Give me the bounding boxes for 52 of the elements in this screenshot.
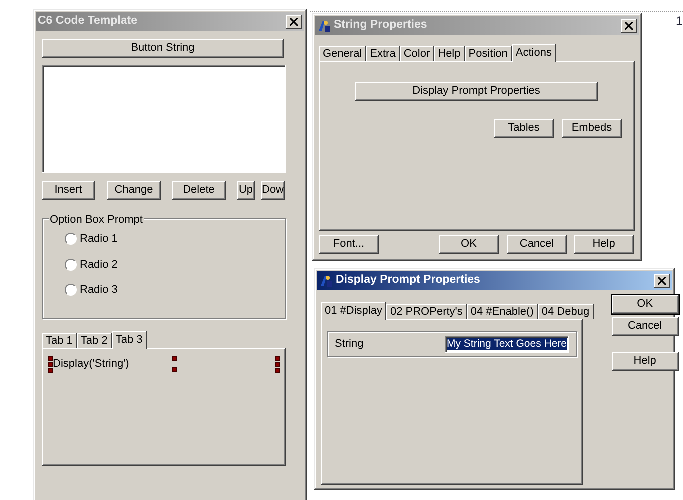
tab[interactable]: General — [319, 46, 366, 61]
button[interactable]: Embeds — [562, 119, 622, 138]
close-button[interactable] — [654, 274, 670, 288]
tab[interactable]: Extra — [366, 46, 400, 61]
button[interactable]: Cancel — [612, 317, 679, 336]
window-title: Display Prompt Properties — [336, 272, 480, 288]
window-title: String Properties — [334, 18, 428, 33]
button[interactable]: Insert — [42, 181, 95, 200]
app-icon — [319, 274, 333, 288]
tab[interactable]: 04 #Enable() — [466, 304, 538, 319]
button[interactable]: Help — [574, 235, 634, 254]
button[interactable]: Up — [237, 181, 255, 200]
window-title: C6 Code Template — [38, 14, 138, 29]
close-button[interactable] — [621, 18, 637, 32]
button[interactable]: Tables — [494, 119, 554, 138]
text-field[interactable]: My String Text Goes Here — [445, 336, 569, 352]
selection-handle — [172, 356, 178, 372]
tab[interactable]: Tab 2 — [76, 333, 112, 348]
group-label: Option Box Prompt — [49, 212, 144, 228]
button[interactable]: Delete — [172, 181, 226, 200]
tab[interactable]: Tab 3 — [112, 331, 147, 349]
tab[interactable]: 04 Debug — [538, 304, 594, 319]
button[interactable]: Cancel — [507, 235, 567, 254]
list-box[interactable] — [42, 65, 286, 173]
button[interactable]: Dow — [261, 181, 285, 200]
button[interactable]: Change — [107, 181, 161, 200]
selection-handle — [275, 356, 280, 373]
tab[interactable]: Position — [464, 46, 512, 61]
close-button[interactable] — [286, 14, 302, 28]
tab[interactable]: Help — [434, 46, 465, 61]
button[interactable]: Help — [612, 352, 679, 371]
button[interactable]: OK — [439, 235, 499, 254]
button[interactable]: Font... — [319, 235, 379, 254]
tab[interactable]: Tab 1 — [42, 333, 77, 348]
field-label: String — [335, 336, 364, 352]
app-icon — [317, 18, 331, 32]
button-string[interactable]: Button String — [42, 39, 284, 58]
button[interactable]: OK — [612, 295, 679, 314]
close-icon — [290, 18, 298, 26]
code-line: Display('String') — [53, 357, 130, 372]
tab[interactable]: 02 PROPerty's — [386, 304, 467, 319]
close-icon — [625, 22, 633, 30]
tab[interactable]: Actions — [512, 44, 556, 62]
tab[interactable]: 01 #Display — [321, 302, 386, 320]
radio-button[interactable]: Radio 1 — [65, 231, 285, 248]
selection-handle — [48, 356, 53, 373]
radio-button[interactable]: Radio 3 — [65, 282, 285, 298]
button[interactable]: Display Prompt Properties — [355, 82, 598, 101]
page-number: 1 — [676, 13, 683, 30]
radio-button[interactable]: Radio 2 — [65, 256, 285, 273]
tab[interactable]: Color — [400, 46, 434, 61]
close-icon — [658, 276, 666, 284]
